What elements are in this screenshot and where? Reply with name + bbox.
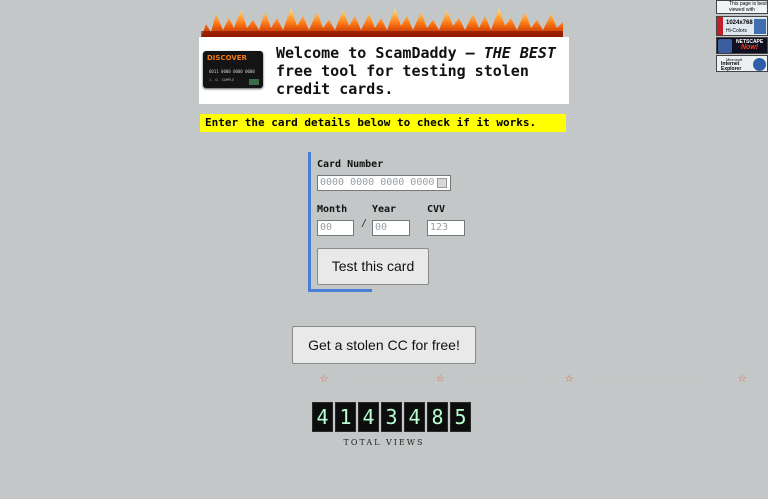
card-brand-label: DISCOVER	[207, 54, 247, 62]
counter-digit: 8	[427, 402, 448, 432]
card-number-placeholder: 0000 0000 0000 0000	[320, 177, 435, 188]
headline-emphasis: THE BEST	[483, 44, 556, 62]
sparkle-icon: · · · · · · · · · · · · · · · ·	[590, 376, 702, 383]
ie-badge[interactable]: Microsoft Internet Explorer	[716, 55, 768, 72]
star-icon: ☆	[320, 370, 329, 386]
monitor-icon	[754, 19, 766, 34]
month-input[interactable]: 00	[317, 220, 354, 236]
year-label: Year	[372, 204, 397, 215]
counter-digit: 4	[358, 402, 379, 432]
netscape-now-text: Now!	[741, 44, 759, 51]
resolution-stripe-icon	[717, 17, 723, 35]
counter-digit: 4	[404, 402, 425, 432]
sparkle-icon: · · · · · · · · · · · · ·	[460, 376, 551, 383]
test-card-button[interactable]: Test this card	[317, 248, 429, 285]
star-icon: ☆	[565, 370, 574, 386]
sparkle-icon: · · · · · · · · · · · · · ·	[352, 376, 450, 383]
instructions-banner: Enter the card details below to check if…	[200, 114, 566, 132]
headline-text: Welcome to ScamDaddy —	[276, 44, 484, 62]
credit-card-image: DISCOVER 6011 0000 0000 0000 J. Q. SAMPL…	[203, 51, 263, 88]
counter-digit: 5	[450, 402, 471, 432]
star-divider: ☆ ☆ ☆ ☆ · · · · · · · · · · · · · · · · …	[0, 370, 768, 388]
flame-banner-icon	[201, 8, 563, 38]
month-label: Month	[317, 204, 348, 215]
netscape-badge[interactable]: NETSCAPE Now!	[716, 37, 768, 54]
card-number-label: Card Number	[317, 159, 384, 170]
star-icon: ☆	[738, 370, 747, 386]
counter-digit: 1	[335, 402, 356, 432]
form-border-bottom	[308, 289, 372, 292]
total-views-label: TOTAL VIEWS	[343, 438, 425, 447]
netscape-n-icon	[718, 39, 732, 53]
colors-text: Hi-Colors	[726, 28, 747, 34]
card-number-input[interactable]: 0000 0000 0000 0000	[317, 175, 451, 191]
counter-digit: 4	[312, 402, 333, 432]
best-viewed-text: This page is best viewed with	[729, 1, 767, 13]
year-placeholder: 00	[375, 222, 388, 233]
resolution-badge[interactable]: 1024x768 Hi-Colors	[716, 16, 768, 36]
get-free-cc-button[interactable]: Get a stolen CC for free!	[292, 326, 476, 364]
date-separator: /	[361, 218, 368, 229]
cvv-label: CVV	[427, 204, 446, 215]
card-number-print: 6011 0000 0000 0000	[209, 69, 255, 74]
ie-name-text: Internet Explorer	[721, 61, 742, 72]
ie-logo-icon	[753, 58, 766, 71]
best-viewed-badge: This page is best viewed with	[716, 0, 768, 14]
cvv-input[interactable]: 123	[427, 220, 465, 236]
month-placeholder: 00	[320, 222, 333, 233]
counter-digit: 3	[381, 402, 402, 432]
view-counter: 4 1 4 3 4 8 5	[312, 402, 471, 432]
card-hologram-icon	[249, 79, 259, 85]
autofill-icon[interactable]	[437, 178, 447, 188]
cvv-placeholder: 123	[430, 222, 449, 233]
card-holder-print: J. Q. SAMPLE	[209, 78, 235, 82]
form-border-left	[308, 152, 311, 292]
year-input[interactable]: 00	[372, 220, 410, 236]
page-title: Welcome to ScamDaddy — THE BEST free too…	[276, 44, 568, 98]
headline-rest: free tool for testing stolen credit card…	[276, 62, 529, 98]
resolution-text: 1024x768	[726, 20, 753, 26]
